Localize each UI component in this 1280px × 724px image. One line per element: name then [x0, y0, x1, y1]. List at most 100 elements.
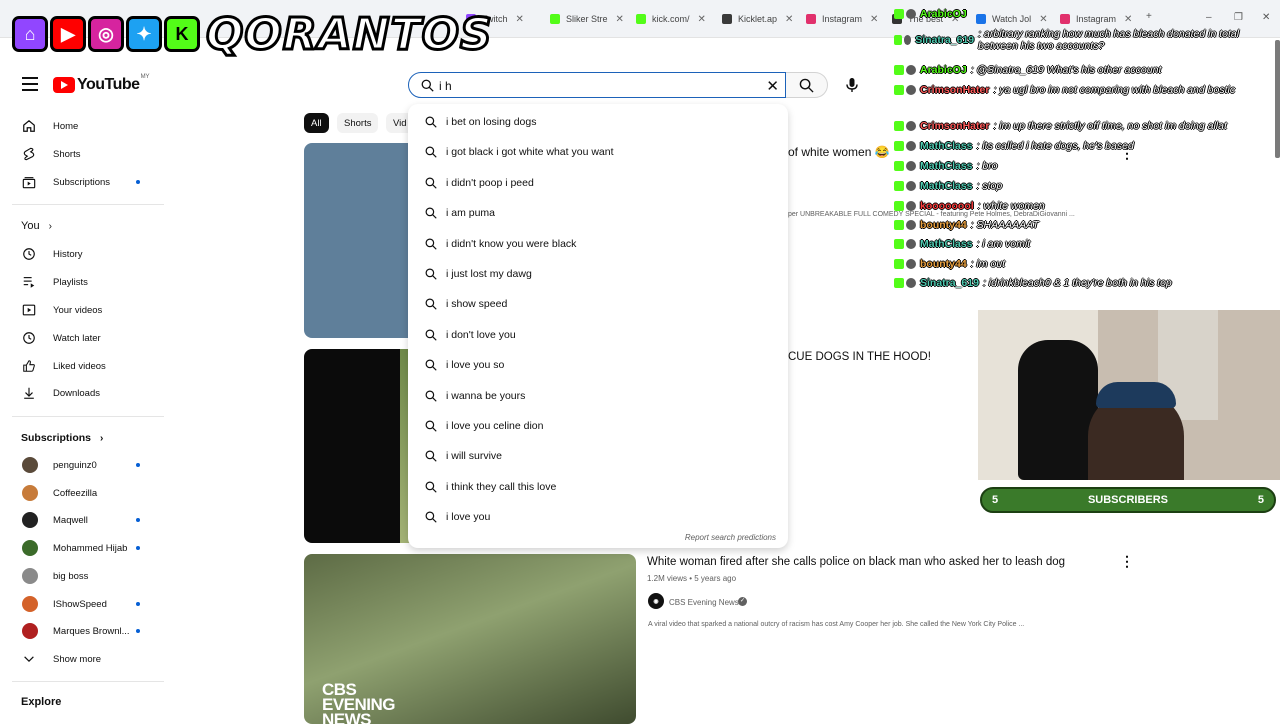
sidebar-item-liked-videos[interactable]: Liked videos	[6, 353, 160, 379]
search-suggestion[interactable]: i love you	[408, 504, 788, 530]
webcam-cap	[1096, 382, 1176, 408]
show-more-button[interactable]: Show more	[6, 646, 160, 672]
subscriptions-section-header[interactable]: Subscriptions ›	[21, 432, 103, 444]
search-suggestion[interactable]: i wanna be yours	[408, 383, 788, 409]
channel-name: Coffeezilla	[53, 487, 98, 499]
search-button[interactable]	[786, 72, 828, 98]
sidebar-item-channel[interactable]: IShowSpeed	[6, 591, 160, 617]
search-box[interactable]: ✕	[408, 72, 786, 98]
page-scrollbar[interactable]	[1275, 40, 1280, 158]
search-suggestion[interactable]: i love you celine dion	[408, 413, 788, 439]
instagram-icon: ◎	[88, 16, 124, 52]
search-suggestion[interactable]: i don't love you	[408, 322, 788, 348]
tab-favicon	[636, 14, 646, 24]
webcam-chair	[1018, 340, 1098, 480]
subscriber-badge-icon	[906, 239, 916, 249]
search-suggestion[interactable]: i will survive	[408, 443, 788, 469]
search-suggestion[interactable]: i didn't know you were black	[408, 231, 788, 257]
tab-favicon	[722, 14, 732, 24]
close-tab-icon[interactable]: ✕	[785, 14, 793, 25]
chat-text: : idrinkbleach0 & 1 they're both in his …	[982, 277, 1172, 289]
divider	[12, 681, 164, 682]
browser-tab[interactable]: kick.com/ ✕	[636, 8, 706, 30]
home-icon	[23, 119, 35, 132]
streamer-overlay-logo: ⌂ ▶ ◎ ✦ K QORANTOS	[12, 7, 493, 61]
video-title[interactable]: of white women 😂	[788, 145, 890, 159]
sidebar-item-channel[interactable]: penguinz0	[6, 452, 160, 478]
chip-shorts[interactable]: Shorts	[337, 113, 379, 133]
clear-search-button[interactable]: ✕	[766, 77, 779, 95]
channel-name[interactable]: CBS Evening News	[669, 598, 739, 607]
close-tab-icon[interactable]: ✕	[516, 14, 524, 25]
chip-all[interactable]: All	[304, 113, 329, 133]
youtube-logo[interactable]: YouTube MY	[53, 74, 150, 94]
close-tab-icon[interactable]: ✕	[616, 14, 624, 25]
new-content-dot	[136, 180, 140, 184]
video-title[interactable]: CUE DOGS IN THE HOOD!	[788, 351, 931, 363]
sidebar-item-channel[interactable]: Maqwell	[6, 507, 160, 533]
browser-tab[interactable]: Kicklet.ap ✕	[722, 8, 793, 30]
search-suggestion[interactable]: i think they call this love	[408, 474, 788, 500]
sidebar-item-channel[interactable]: Coffeezilla	[6, 480, 160, 506]
channel-avatar[interactable]: ◉	[648, 593, 664, 609]
kick-badge-icon	[894, 181, 904, 191]
chat-text: : @Sinatra_619 What's his other account	[970, 64, 1162, 76]
sidebar-item-label: Your videos	[53, 305, 103, 316]
close-tab-icon[interactable]: ✕	[870, 14, 878, 25]
your-videos-icon	[22, 304, 36, 316]
download-icon	[24, 387, 34, 399]
kick-badge-icon	[894, 121, 904, 131]
search-icon	[425, 268, 437, 280]
video-thumbnail[interactable]: CBS EVENING NEWS	[304, 554, 636, 724]
sidebar-item-channel[interactable]: Marques Brownl...	[6, 618, 160, 644]
search-suggestion[interactable]: i am puma	[408, 200, 788, 226]
sidebar-item-watch-later[interactable]: Watch later	[6, 325, 160, 351]
suggestion-text: i don't love you	[446, 328, 516, 341]
chevron-right-icon: ›	[99, 433, 104, 444]
divider	[12, 204, 164, 205]
tab-label: Sliker Stre	[566, 14, 608, 24]
tab-label: Kicklet.ap	[738, 14, 778, 24]
sidebar-item-history[interactable]: History	[6, 241, 160, 267]
suggestion-text: i am puma	[446, 207, 496, 220]
new-content-dot	[136, 546, 140, 551]
subscribers-count-left: 5	[992, 494, 999, 506]
sidebar-item-shorts[interactable]: Shorts	[6, 141, 160, 167]
chat-message: bounty44: im out	[894, 258, 1274, 270]
close-tab-icon[interactable]: ✕	[698, 14, 706, 25]
avatar	[22, 512, 38, 529]
report-search-predictions-link[interactable]: Report search predictions	[685, 533, 776, 542]
search-suggestion[interactable]: i love you so	[408, 352, 788, 378]
history-icon	[23, 248, 35, 260]
you-section-header[interactable]: You ›	[21, 220, 52, 232]
more-options-icon[interactable]: ⋮	[1120, 553, 1134, 570]
chevron-down-icon	[24, 656, 34, 663]
chat-username: Sinatra_619	[915, 34, 975, 46]
browser-tab[interactable]: Instagram ✕	[806, 8, 878, 30]
sidebar-item-channel[interactable]: Mohammed Hijab	[6, 535, 160, 561]
thumbs-up-icon	[23, 360, 35, 372]
sidebar-item-your-videos[interactable]: Your videos	[6, 297, 160, 323]
hamburger-menu-icon[interactable]	[22, 77, 38, 91]
sidebar-item-subscriptions[interactable]: Subscriptions	[6, 169, 160, 195]
search-suggestion[interactable]: i didn't poop i peed	[408, 170, 788, 196]
search-input[interactable]	[439, 77, 759, 95]
voice-search-button[interactable]	[838, 72, 866, 98]
search-icon	[425, 177, 437, 189]
search-icon	[799, 78, 814, 93]
sidebar-item-playlists[interactable]: Playlists	[6, 269, 160, 295]
chat-text: : arbitrary ranking how much has bleach …	[978, 28, 1240, 52]
chat-username: bounty44	[920, 258, 967, 270]
chat-message: MathClass: its called i hate dogs, he's …	[894, 140, 1274, 152]
divider	[12, 416, 164, 417]
channel-name: IShowSpeed	[53, 598, 107, 610]
search-suggestion[interactable]: i bet on losing dogs	[408, 109, 788, 135]
search-suggestion[interactable]: i show speed	[408, 291, 788, 317]
search-suggestion[interactable]: i just lost my dawg	[408, 261, 788, 287]
sidebar-item-channel[interactable]: big boss	[6, 563, 160, 589]
search-suggestion[interactable]: i got black i got white what you want	[408, 139, 788, 165]
video-title[interactable]: White woman fired after she calls police…	[647, 556, 1065, 568]
sidebar-item-downloads[interactable]: Downloads	[6, 380, 160, 406]
browser-tab[interactable]: Sliker Stre ✕	[550, 8, 624, 30]
sidebar-item-home[interactable]: Home	[6, 113, 160, 139]
